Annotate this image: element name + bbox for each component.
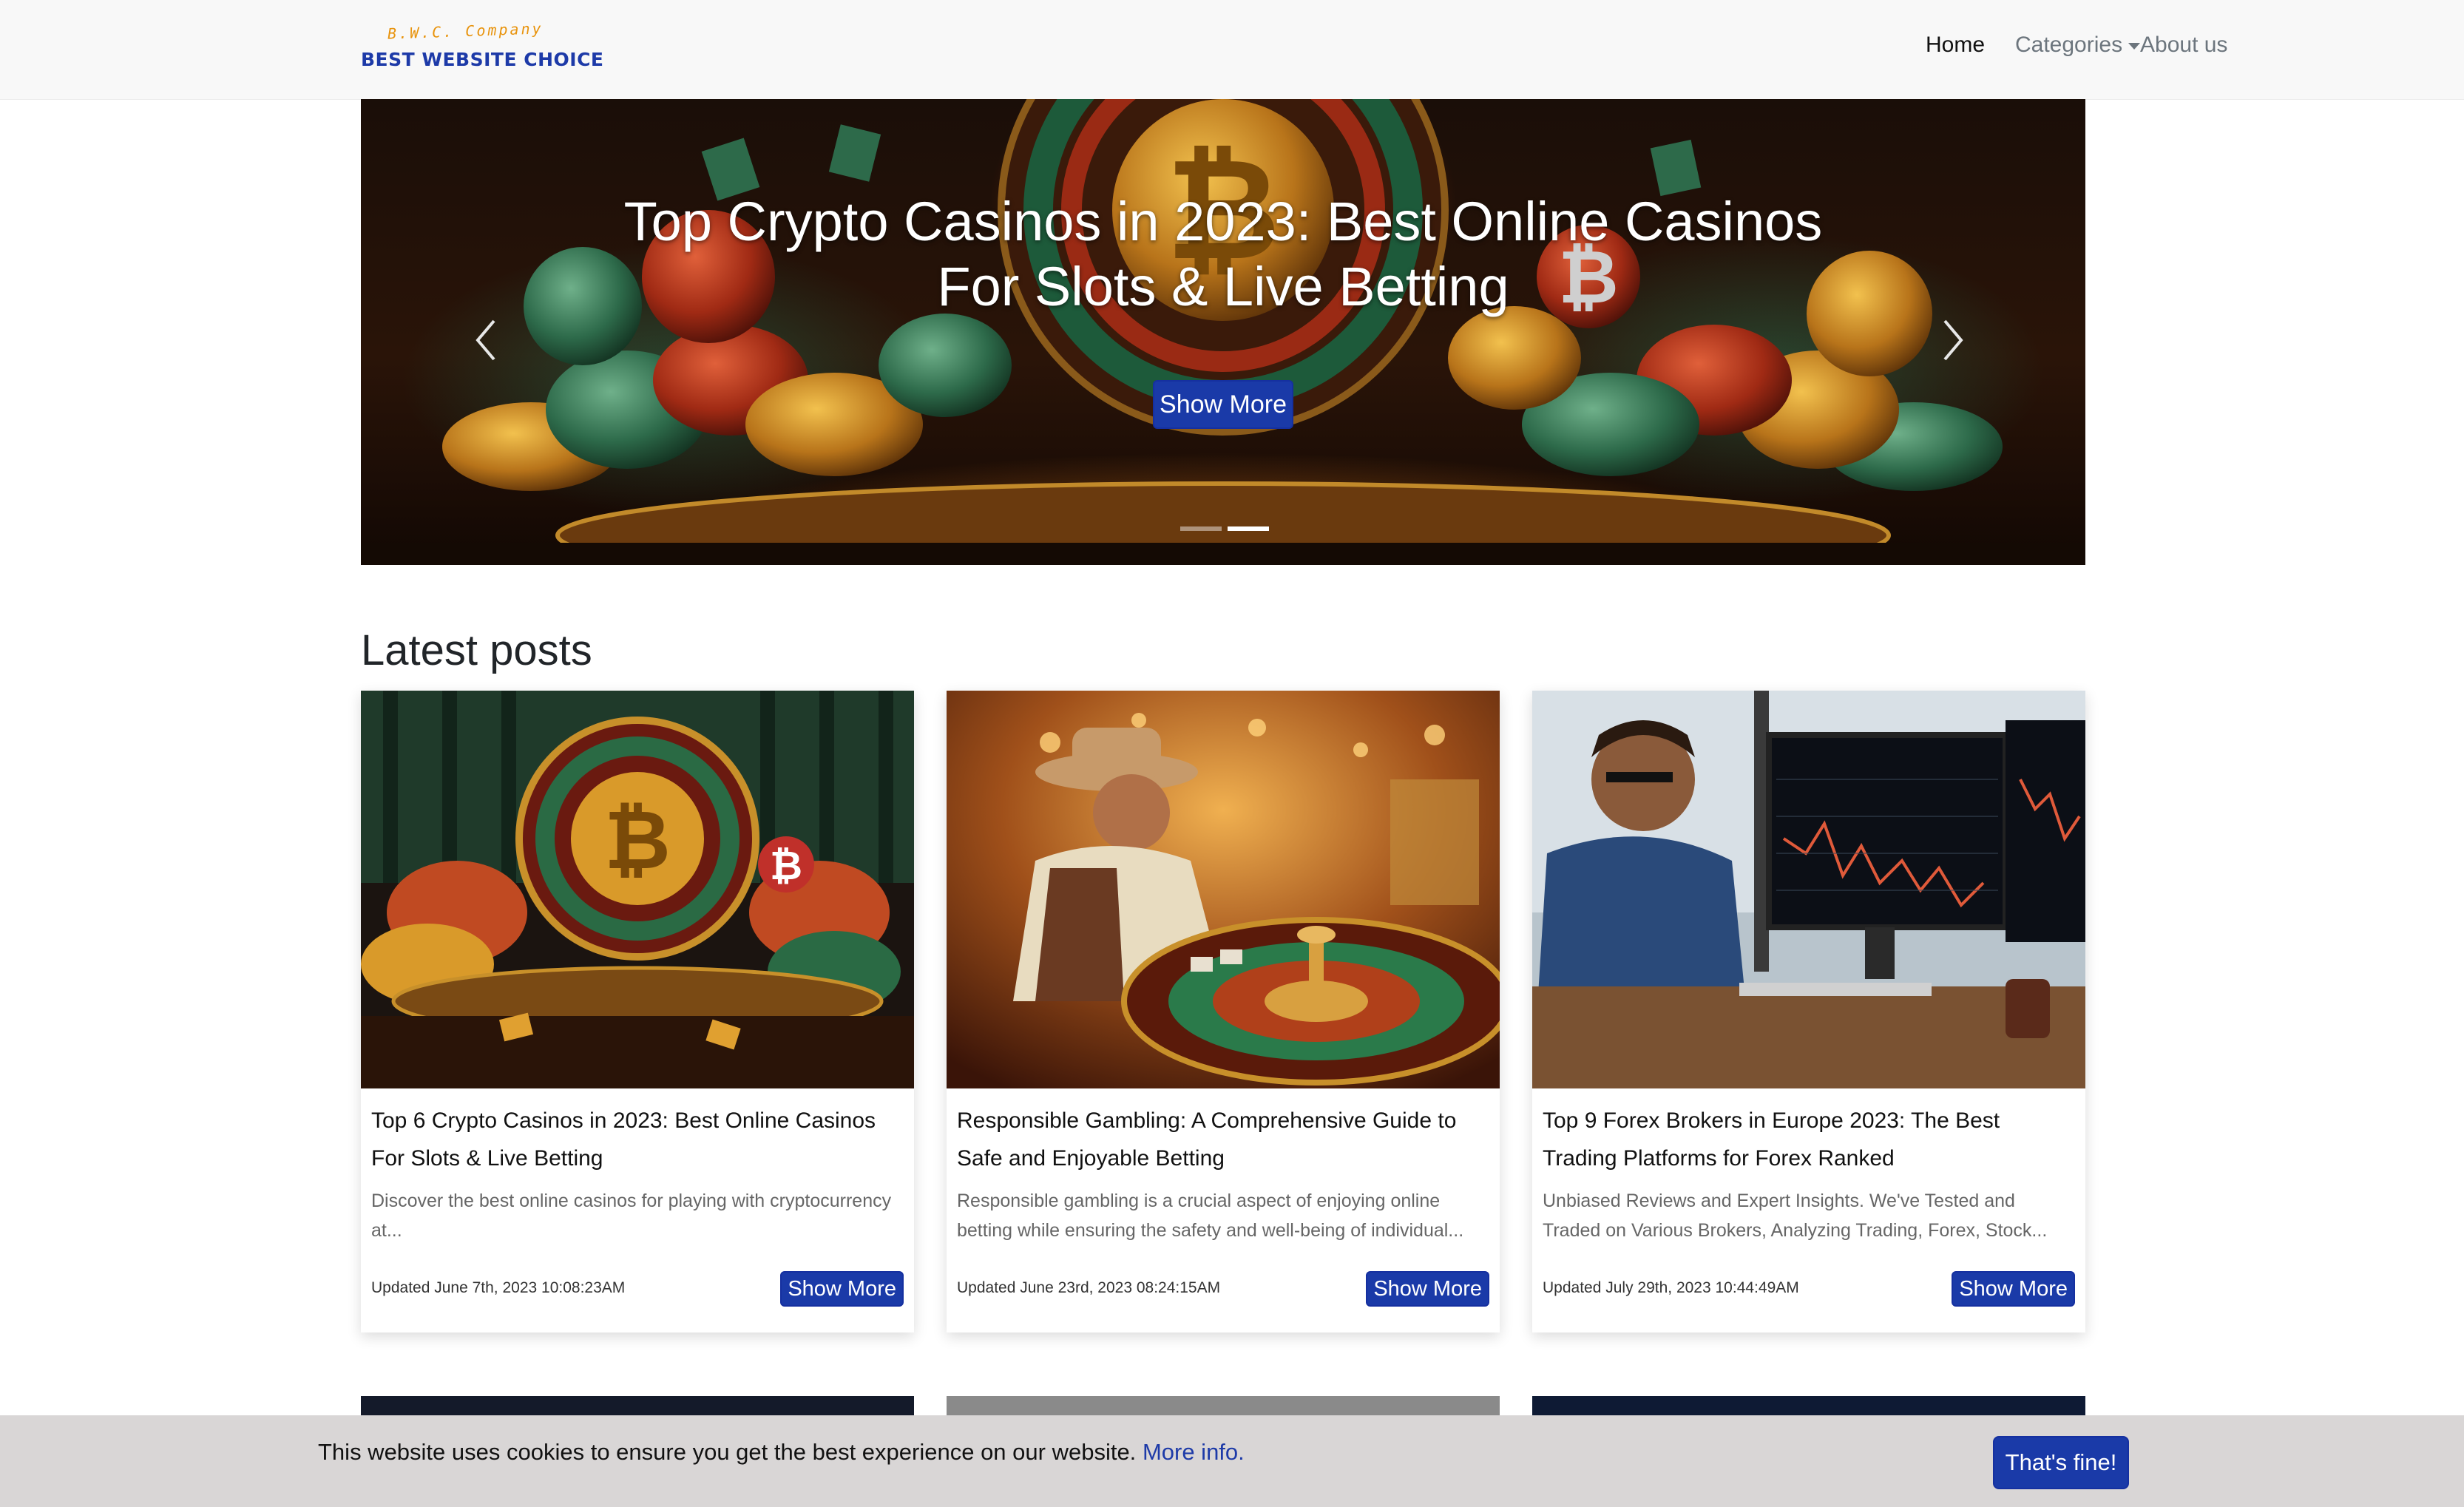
post-updated-date: Updated June 7th, 2023 10:08:23AM: [371, 1279, 626, 1296]
post-card: Responsible Gambling: A Comprehensive Gu…: [947, 691, 1500, 1332]
chevron-right-icon: [1943, 319, 1963, 361]
post-card: Top 9 Forex Brokers in Europe 2023: The …: [1532, 691, 2085, 1332]
hero-title: Top Crypto Casinos in 2023: Best Online …: [623, 191, 1823, 317]
post-updated-date: Updated July 29th, 2023 10:44:49AM: [1543, 1279, 1799, 1296]
post-title[interactable]: Top 9 Forex Brokers in Europe 2023: The …: [1543, 1102, 2075, 1177]
post-excerpt: Responsible gambling is a crucial aspect…: [957, 1191, 1464, 1241]
carousel-indicator-1[interactable]: [1180, 526, 1222, 531]
post-show-more-button[interactable]: Show More: [1366, 1271, 1489, 1307]
hero-show-more-button[interactable]: Show More: [1153, 380, 1293, 429]
post-excerpt: Unbiased Reviews and Expert Insights. We…: [1543, 1191, 2048, 1241]
brand-logo[interactable]: B.W.C. Company BEST WEBSITE CHOICE: [361, 19, 603, 80]
nav-categories[interactable]: Categories: [2015, 33, 2141, 58]
carousel-next-button[interactable]: [1930, 311, 1974, 370]
post-card: ₿ ₿ Top 6 Crypto Casinos in 2023: Best O…: [361, 691, 914, 1332]
hero-background-image: ₿ ₿: [361, 99, 2085, 565]
cookie-text: This website uses cookies to ensure you …: [318, 1439, 1137, 1465]
nav-categories-label: Categories: [2015, 33, 2123, 57]
forex-trader-image: [1532, 691, 2085, 1088]
post-thumbnail[interactable]: [1532, 691, 2085, 1088]
carousel-indicator-2[interactable]: [1228, 526, 1269, 531]
cookie-accept-button[interactable]: That's fine!: [1993, 1436, 2129, 1489]
crypto-casino-image: ₿ ₿: [361, 691, 914, 1088]
navbar: B.W.C. Company BEST WEBSITE CHOICE Home …: [0, 0, 2464, 100]
svg-text:₿: ₿: [770, 842, 802, 889]
post-thumbnail[interactable]: ₿ ₿: [361, 691, 914, 1088]
cookie-more-info-link[interactable]: More info.: [1143, 1439, 1245, 1465]
post-title[interactable]: Responsible Gambling: A Comprehensive Gu…: [957, 1102, 1489, 1177]
brand-name: BEST WEBSITE CHOICE: [361, 49, 604, 70]
nav-about[interactable]: About us: [2140, 33, 2227, 58]
hero-carousel: ₿ ₿ Top Crypto Casinos in 2023: Best Onl…: [361, 99, 2085, 565]
cookie-banner: This website uses cookies to ensure you …: [0, 1415, 2464, 1507]
cookie-message: This website uses cookies to ensure you …: [318, 1439, 1245, 1466]
nav-home[interactable]: Home: [1926, 33, 1985, 58]
post-thumbnail[interactable]: [947, 691, 1500, 1088]
brand-tagline: B.W.C. Company: [387, 19, 544, 43]
caret-down-icon: [2128, 42, 2141, 50]
roulette-gambler-image: [947, 691, 1500, 1088]
carousel-prev-button[interactable]: [464, 311, 509, 370]
post-show-more-button[interactable]: Show More: [780, 1271, 904, 1307]
svg-text:₿: ₿: [604, 793, 671, 887]
latest-posts-heading: Latest posts: [361, 626, 592, 674]
post-title[interactable]: Top 6 Crypto Casinos in 2023: Best Onlin…: [371, 1102, 904, 1177]
post-excerpt: Discover the best online casinos for pla…: [371, 1191, 892, 1241]
chevron-left-icon: [475, 319, 495, 361]
post-show-more-button[interactable]: Show More: [1952, 1271, 2075, 1307]
post-updated-date: Updated June 23rd, 2023 08:24:15AM: [957, 1279, 1221, 1296]
